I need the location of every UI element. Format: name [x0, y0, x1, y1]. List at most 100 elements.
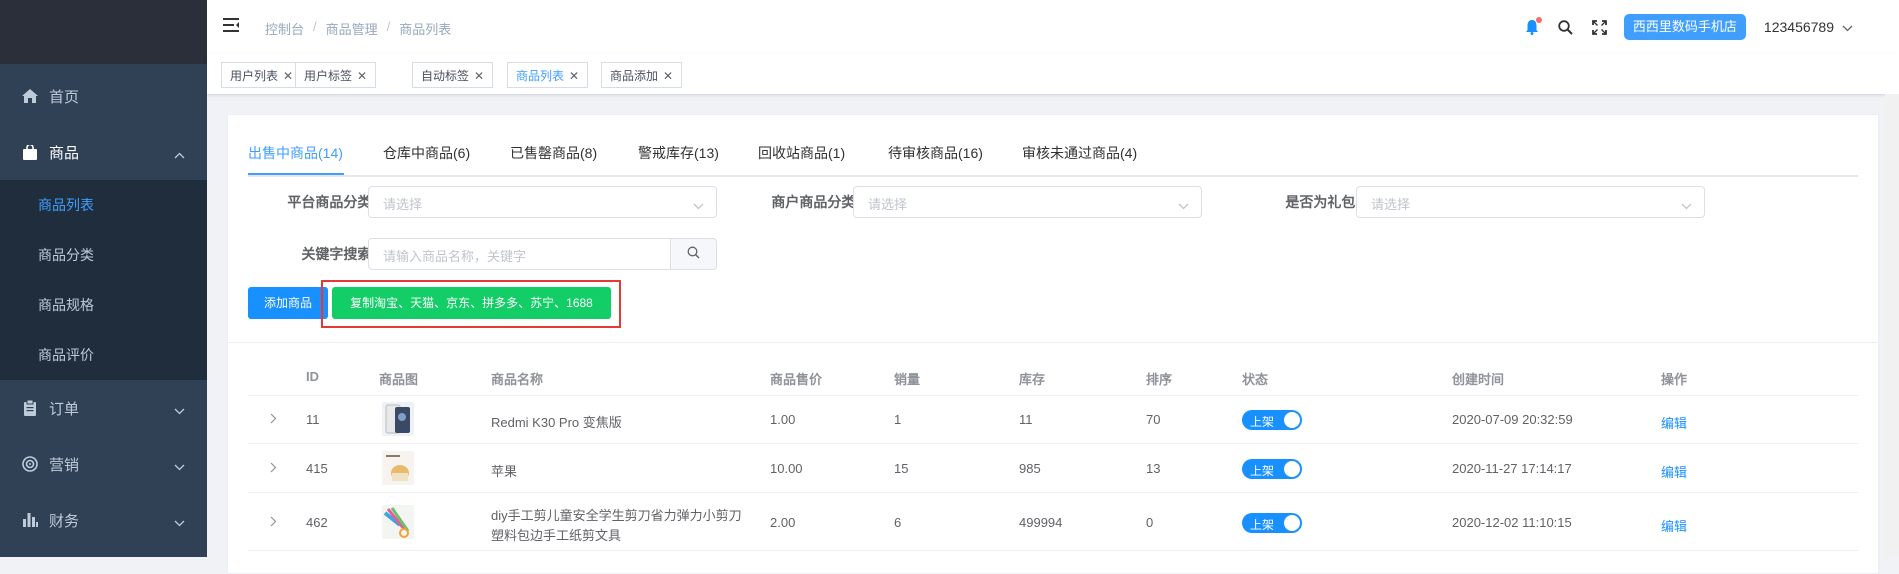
cell-product-name-line2: 塑料包边手工纸剪文具 — [491, 528, 622, 543]
status-toggle[interactable]: 上架 — [1242, 513, 1302, 533]
tab-stock-alert[interactable]: 警戒库存(13) — [638, 143, 719, 175]
tag-label: 商品列表 — [516, 69, 565, 83]
cell-created-time: 2020-11-27 17:14:17 — [1452, 461, 1572, 476]
products-submenu: 商品列表 商品分类 商品规格 商品评价 — [0, 180, 207, 380]
merchant-category-select[interactable]: 请选择 — [853, 186, 1202, 218]
chevron-down-icon — [174, 514, 185, 531]
gift-pack-select[interactable]: 请选择 — [1356, 186, 1705, 218]
gift-pack-label: 是否为礼包: — [1285, 194, 1360, 210]
bar-chart-icon — [21, 511, 39, 529]
tab-recycle-bin[interactable]: 回收站商品(1) — [758, 143, 845, 175]
fullscreen-icon[interactable] — [1590, 17, 1610, 37]
cell-sort: 70 — [1146, 412, 1161, 427]
sidebar-item-finance[interactable]: 财务 — [0, 492, 207, 548]
sidebar-item-label: 营销 — [49, 456, 80, 474]
submenu-label: 商品评价 — [38, 347, 94, 363]
sidebar-item-product-review[interactable]: 商品评价 — [0, 330, 207, 380]
tag-product-list[interactable]: 商品列表 ✕ — [507, 62, 589, 88]
sidebar-item-product-spec[interactable]: 商品规格 — [0, 280, 207, 330]
sidebar-item-label: 首页 — [49, 88, 80, 106]
page-scrollbar[interactable] — [1885, 94, 1899, 557]
chevron-down-icon[interactable] — [1842, 19, 1853, 35]
tag-auto-labels[interactable]: 自动标签 ✕ — [412, 62, 494, 88]
product-list-card: 出售中商品(14) 仓库中商品(6) 已售罄商品(8) 警戒库存(13) 回收站… — [227, 114, 1879, 574]
product-thumbnail[interactable] — [382, 451, 414, 485]
cell-created-time: 2020-12-02 11:10:15 — [1452, 515, 1572, 530]
tag-user-list[interactable]: 用户列表 ✕ — [221, 62, 303, 88]
cell-id: 11 — [306, 412, 320, 427]
edit-link[interactable]: 编辑 — [1661, 462, 1687, 481]
hamburger-icon[interactable] — [223, 18, 239, 35]
edit-link[interactable]: 编辑 — [1661, 413, 1687, 432]
close-icon[interactable]: ✕ — [474, 69, 484, 83]
close-icon[interactable]: ✕ — [569, 69, 579, 83]
edit-link[interactable]: 编辑 — [1661, 516, 1687, 535]
platform-category-select[interactable]: 请选择 — [368, 186, 717, 218]
sidebar-item-product-category[interactable]: 商品分类 — [0, 230, 207, 280]
keyword-search-input[interactable]: 请输入商品名称，关键字 — [368, 238, 671, 270]
sidebar-item-product-list[interactable]: 商品列表 — [0, 180, 207, 230]
cell-sort: 0 — [1146, 515, 1154, 530]
tab-on-sale[interactable]: 出售中商品(14) — [248, 143, 343, 175]
breadcrumb: 控制台 / 商品管理 / 商品列表 — [265, 19, 452, 38]
cell-sort: 13 — [1146, 461, 1161, 476]
chevron-down-icon — [1681, 197, 1692, 213]
tag-label: 商品添加 — [610, 69, 659, 83]
tab-pending-review[interactable]: 待审核商品(16) — [888, 143, 983, 175]
cell-created-time: 2020-07-09 20:32:59 — [1452, 412, 1573, 427]
breadcrumb-item[interactable]: 控制台 — [265, 19, 304, 38]
product-status-tabs: 出售中商品(14) 仓库中商品(6) 已售罄商品(8) 警戒库存(13) 回收站… — [248, 143, 1858, 177]
chevron-right-icon[interactable] — [270, 514, 277, 530]
header-actions: 西西里数码手机店 123456789 — [1522, 0, 1899, 54]
tag-label: 自动标签 — [421, 69, 470, 83]
submenu-label: 商品规格 — [38, 297, 94, 313]
search-icon[interactable] — [1556, 17, 1576, 37]
breadcrumb-item: 商品列表 — [399, 22, 452, 37]
tag-label: 用户列表 — [230, 69, 279, 83]
toggle-knob — [1284, 515, 1300, 531]
cell-sales: 15 — [894, 461, 909, 476]
status-toggle[interactable]: 上架 — [1242, 459, 1302, 479]
close-icon[interactable]: ✕ — [283, 69, 293, 83]
submenu-label: 商品列表 — [38, 197, 94, 213]
store-badge[interactable]: 西西里数码手机店 — [1623, 14, 1746, 40]
tag-user-labels[interactable]: 用户标签 ✕ — [295, 62, 377, 88]
breadcrumb-item[interactable]: 商品管理 — [326, 19, 378, 38]
sidebar-item-home[interactable]: 首页 — [0, 68, 207, 124]
tag-add-product[interactable]: 商品添加 ✕ — [601, 62, 683, 88]
tag-label: 用户标签 — [304, 69, 353, 83]
tab-warehouse[interactable]: 仓库中商品(6) — [383, 143, 470, 175]
notification-dot — [1535, 17, 1542, 23]
chevron-right-icon[interactable] — [270, 411, 277, 427]
table-row: 415 苹果 10.00 15 985 13 上架 2020-11-27 17:… — [248, 444, 1858, 493]
tab-sold-out[interactable]: 已售罄商品(8) — [510, 143, 597, 175]
sidebar-item-products[interactable]: 商品 — [0, 124, 207, 180]
tags-view-bar: 用户列表 ✕ 用户标签 ✕ 自动标签 ✕ 商品列表 ✕ 商品添加 ✕ — [207, 54, 1899, 95]
active-tab-indicator — [248, 173, 344, 175]
username[interactable]: 123456789 — [1764, 19, 1834, 35]
chevron-right-icon[interactable] — [270, 460, 277, 476]
product-thumbnail[interactable] — [382, 402, 414, 436]
bell-icon[interactable] — [1522, 17, 1542, 37]
add-product-button[interactable]: 添加商品 — [248, 287, 328, 319]
select-placeholder: 请选择 — [383, 197, 423, 212]
sidebar-item-label: 订单 — [49, 400, 80, 418]
chevron-down-icon — [174, 402, 185, 419]
product-thumbnail[interactable] — [382, 505, 414, 539]
select-placeholder: 请选择 — [1371, 197, 1411, 212]
cell-id: 462 — [306, 515, 328, 530]
status-toggle[interactable]: 上架 — [1242, 410, 1302, 430]
tab-review-rejected[interactable]: 审核未通过商品(4) — [1022, 143, 1137, 175]
sidebar-item-orders[interactable]: 订单 — [0, 380, 207, 436]
platform-category-label: 平台商品分类: — [287, 194, 376, 210]
submenu-label: 商品分类 — [38, 247, 94, 263]
cell-stock: 499994 — [1019, 515, 1063, 530]
close-icon[interactable]: ✕ — [663, 69, 673, 83]
cell-stock: 11 — [1019, 412, 1033, 427]
chevron-up-icon — [174, 146, 185, 163]
keyword-search-button[interactable] — [671, 238, 717, 270]
close-icon[interactable]: ✕ — [357, 69, 367, 83]
cell-product-name: Redmi K30 Pro 变焦版 — [491, 415, 622, 430]
sidebar-item-label: 商品 — [49, 144, 80, 162]
sidebar-item-marketing[interactable]: 营销 — [0, 436, 207, 492]
